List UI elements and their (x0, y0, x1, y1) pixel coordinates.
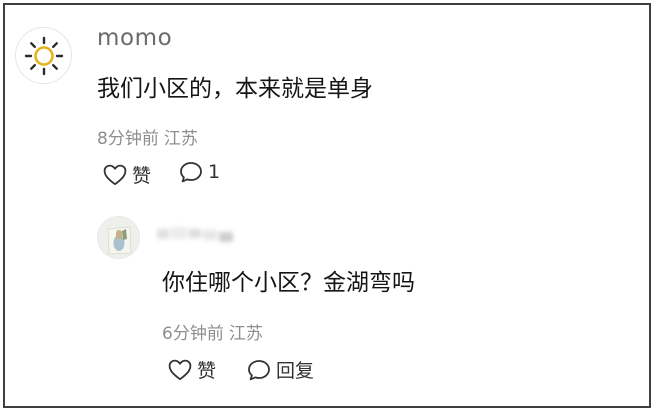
reply-to-reply-button[interactable]: 回复 (247, 356, 314, 383)
user-photo-icon (98, 217, 139, 258)
reply-user-avatar[interactable] (97, 216, 140, 259)
reply-label: 回复 (276, 360, 315, 382)
sun-icon (24, 36, 64, 76)
like-button[interactable]: 赞 (103, 161, 151, 188)
like-label: 赞 (197, 360, 217, 382)
reply-like-button[interactable]: 赞 (168, 356, 216, 383)
comment-thread: momo 我们小区的，本来就是单身 8分钟前 江苏 赞 1 你住哪个小区？金湖弯… (3, 3, 651, 408)
reply-count: 1 (208, 161, 221, 183)
like-label: 赞 (132, 165, 152, 187)
reply-location: 江苏 (228, 324, 263, 344)
reply-meta: 6分钟前 江苏 (162, 319, 263, 344)
blurred-username (157, 227, 233, 242)
reply-text: 你住哪个小区？金湖弯吗 (162, 270, 415, 296)
username[interactable]: momo (97, 25, 172, 51)
comment-bubble-icon (180, 162, 202, 183)
comment-bubble-icon (248, 359, 270, 380)
comment-meta: 8分钟前 江苏 (97, 124, 198, 149)
reply-button[interactable]: 1 (179, 161, 220, 183)
user-avatar[interactable] (15, 27, 72, 84)
heart-icon (103, 164, 127, 185)
comment-text: 我们小区的，本来就是单身 (97, 76, 373, 102)
comment-location: 江苏 (163, 129, 198, 149)
heart-icon (168, 359, 192, 380)
reply-time: 6分钟前 (162, 324, 224, 344)
comment-time: 8分钟前 (97, 129, 159, 149)
